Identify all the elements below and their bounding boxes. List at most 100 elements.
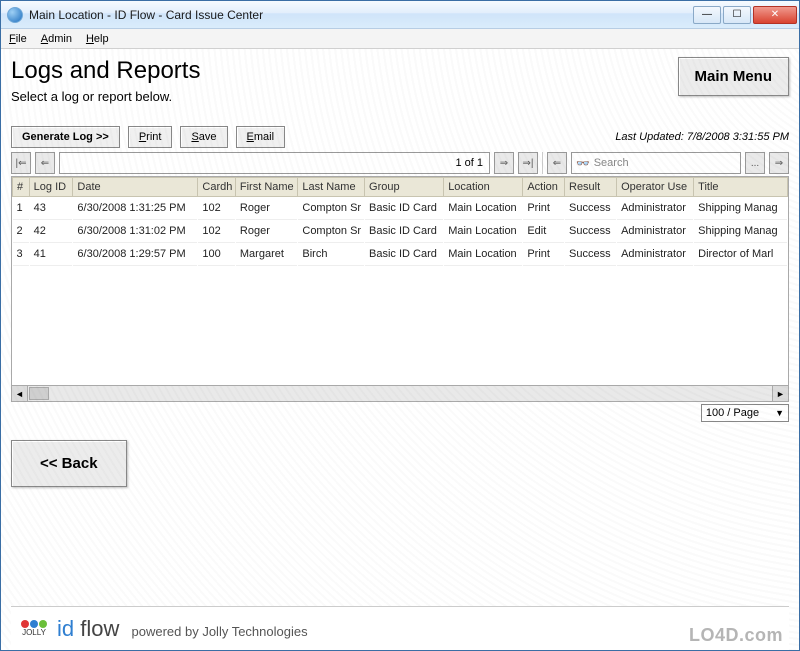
col-location[interactable]: Location (444, 178, 523, 197)
cell-num: 3 (13, 243, 30, 266)
cell-cardh: 100 (198, 243, 236, 266)
scroll-left-arrow[interactable]: ◄ (12, 386, 28, 401)
brand-powered: powered by Jolly Technologies (132, 624, 308, 639)
back-button[interactable]: << Back (11, 440, 127, 487)
cell-last: Birch (298, 243, 365, 266)
email-button[interactable]: Email (236, 126, 286, 148)
cell-last: Compton Sr (298, 197, 365, 220)
horizontal-scrollbar[interactable]: ◄ ► (11, 386, 789, 402)
cell-group: Basic ID Card (365, 220, 444, 243)
col-title[interactable]: Title (694, 178, 788, 197)
cell-location: Main Location (444, 197, 523, 220)
cell-group: Basic ID Card (365, 197, 444, 220)
cell-action: Print (523, 197, 565, 220)
menu-admin[interactable]: Admin (41, 33, 72, 45)
col-last[interactable]: Last Name (298, 178, 365, 197)
cell-last: Compton Sr (298, 220, 365, 243)
col-date[interactable]: Date (73, 178, 198, 197)
app-window: Main Location - ID Flow - Card Issue Cen… (0, 0, 800, 651)
cell-first: Roger (235, 220, 297, 243)
cell-location: Main Location (444, 243, 523, 266)
search-prev-button[interactable]: ⇐ (547, 152, 567, 174)
table-row[interactable]: 2426/30/2008 1:31:02 PM102RogerCompton S… (13, 220, 788, 243)
cell-group: Basic ID Card (365, 243, 444, 266)
col-action[interactable]: Action (523, 178, 565, 197)
cell-num: 1 (13, 197, 30, 220)
cell-first: Roger (235, 197, 297, 220)
search-next-button[interactable]: ⇒ (769, 152, 789, 174)
page-title: Logs and Reports (11, 57, 200, 85)
col-cardh[interactable]: Cardh (198, 178, 236, 197)
log-table: # Log ID Date Cardh First Name Last Name… (11, 176, 789, 386)
cell-result: Success (565, 197, 617, 220)
per-page-select[interactable]: 100 / Page ▼ (701, 404, 789, 422)
cell-cardh: 102 (198, 197, 236, 220)
menu-help[interactable]: Help (86, 33, 109, 45)
window-title: Main Location - ID Flow - Card Issue Cen… (29, 8, 263, 22)
cell-result: Success (565, 220, 617, 243)
jolly-text: JOLLY (22, 628, 46, 637)
app-icon (7, 7, 23, 23)
first-page-button[interactable]: |⇐ (11, 152, 31, 174)
search-more-button[interactable]: ... (745, 152, 765, 174)
pager-row: |⇐ ⇐ 1 of 1 ⇒ ⇒| ⇐ 👓 Search ... ⇒ (11, 152, 789, 174)
table-row[interactable]: 3416/30/2008 1:29:57 PM100MargaretBirchB… (13, 243, 788, 266)
watermark: LO4D.com (689, 625, 783, 646)
per-page-value: 100 / Page (706, 407, 759, 419)
print-button[interactable]: Print (128, 126, 173, 148)
footer: JOLLY id flow powered by Jolly Technolog… (11, 606, 789, 650)
cell-num: 2 (13, 220, 30, 243)
last-page-button[interactable]: ⇒| (518, 152, 538, 174)
cell-operator: Administrator (617, 243, 694, 266)
jolly-logo: JOLLY (21, 620, 47, 637)
content-area: Logs and Reports Select a log or report … (1, 49, 799, 650)
menubar: File Admin Help (1, 29, 799, 49)
prev-page-button[interactable]: ⇐ (35, 152, 55, 174)
close-button[interactable]: ✕ (753, 6, 797, 24)
cell-operator: Administrator (617, 197, 694, 220)
col-result[interactable]: Result (565, 178, 617, 197)
cell-title: Director of Marl (694, 243, 788, 266)
page-subtitle: Select a log or report below. (11, 89, 200, 104)
table-header-row: # Log ID Date Cardh First Name Last Name… (13, 178, 788, 197)
cell-action: Print (523, 243, 565, 266)
scroll-track[interactable] (50, 386, 772, 401)
cell-operator: Administrator (617, 220, 694, 243)
cell-title: Shipping Manag (694, 220, 788, 243)
table-row[interactable]: 1436/30/2008 1:31:25 PM102RogerCompton S… (13, 197, 788, 220)
menu-file[interactable]: File (9, 33, 27, 45)
cell-title: Shipping Manag (694, 197, 788, 220)
minimize-button[interactable]: — (693, 6, 721, 24)
cell-date: 6/30/2008 1:31:02 PM (73, 220, 198, 243)
cell-date: 6/30/2008 1:31:25 PM (73, 197, 198, 220)
cell-log_id: 42 (29, 220, 73, 243)
cell-location: Main Location (444, 220, 523, 243)
cell-date: 6/30/2008 1:29:57 PM (73, 243, 198, 266)
scroll-right-arrow[interactable]: ► (772, 386, 788, 401)
cell-cardh: 102 (198, 220, 236, 243)
titlebar: Main Location - ID Flow - Card Issue Cen… (1, 1, 799, 29)
col-group[interactable]: Group (365, 178, 444, 197)
brand-id: id (57, 616, 74, 641)
page-indicator-text: 1 of 1 (455, 157, 483, 169)
main-menu-button[interactable]: Main Menu (678, 57, 790, 96)
col-num[interactable]: # (13, 178, 30, 197)
binoculars-icon: 👓 (576, 157, 590, 170)
page-indicator: 1 of 1 (59, 152, 490, 174)
cell-action: Edit (523, 220, 565, 243)
search-input[interactable]: 👓 Search (571, 152, 741, 174)
scroll-thumb[interactable] (29, 387, 49, 400)
col-logid[interactable]: Log ID (29, 178, 73, 197)
search-placeholder: Search (594, 157, 629, 169)
cell-log_id: 43 (29, 197, 73, 220)
col-operator[interactable]: Operator Use (617, 178, 694, 197)
last-updated-label: Last Updated: 7/8/2008 3:31:55 PM (615, 131, 789, 143)
generate-log-button[interactable]: Generate Log >> (11, 126, 120, 148)
brand: id flow powered by Jolly Technologies (57, 616, 308, 642)
next-page-button[interactable]: ⇒ (494, 152, 514, 174)
cell-result: Success (565, 243, 617, 266)
maximize-button[interactable]: ☐ (723, 6, 751, 24)
col-first[interactable]: First Name (235, 178, 297, 197)
save-button[interactable]: Save (180, 126, 227, 148)
cell-first: Margaret (235, 243, 297, 266)
